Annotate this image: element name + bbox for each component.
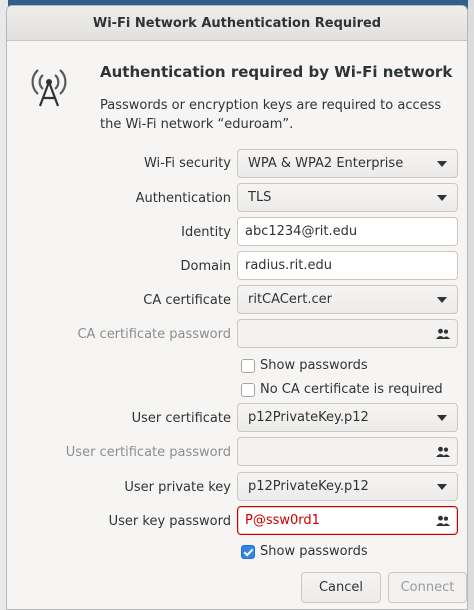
checkbox-box-checked[interactable] bbox=[241, 544, 255, 559]
user-cert-password-label: User certificate password bbox=[65, 445, 231, 460]
user-key-password-field[interactable]: P@ssw0rd1 bbox=[237, 506, 458, 535]
connect-button[interactable]: Connect bbox=[388, 572, 467, 603]
auth-dialog: Wi-Fi Network Authentication Required Au… bbox=[6, 5, 468, 610]
domain-value: radius.rit.edu bbox=[245, 258, 332, 273]
background-window-right bbox=[468, 0, 474, 610]
user-private-key-value: p12PrivateKey.p12 bbox=[248, 479, 369, 494]
show-passwords-label-2: Show passwords bbox=[260, 544, 368, 559]
users-icon[interactable] bbox=[436, 446, 450, 458]
chevron-down-icon bbox=[437, 484, 447, 490]
ca-cert-password-field[interactable] bbox=[237, 319, 458, 348]
user-private-key-dropdown[interactable]: p12PrivateKey.p12 bbox=[237, 472, 458, 501]
user-cert-password-field[interactable] bbox=[237, 437, 458, 466]
chevron-down-icon bbox=[437, 195, 447, 201]
wifi-security-dropdown[interactable]: WPA & WPA2 Enterprise bbox=[237, 149, 458, 178]
wifi-security-value: WPA & WPA2 Enterprise bbox=[248, 156, 404, 171]
dialog-description: Passwords or encryption keys are require… bbox=[100, 98, 442, 132]
authentication-label: Authentication bbox=[135, 191, 231, 206]
show-passwords-label-1: Show passwords bbox=[260, 358, 368, 373]
identity-field[interactable]: abc1234@rit.edu bbox=[237, 217, 458, 246]
user-certificate-dropdown[interactable]: p12PrivateKey.p12 bbox=[237, 403, 458, 432]
user-key-password-value: P@ssw0rd1 bbox=[245, 513, 320, 528]
user-key-password-label: User key password bbox=[108, 514, 231, 529]
dialog-titlebar[interactable]: Wi-Fi Network Authentication Required bbox=[7, 6, 467, 41]
checkbox-box[interactable] bbox=[241, 358, 255, 373]
chevron-down-icon bbox=[437, 415, 447, 421]
ca-certificate-value: ritCACert.cer bbox=[248, 292, 332, 307]
chevron-down-icon bbox=[437, 161, 447, 167]
wifi-security-label: Wi-Fi security bbox=[143, 156, 231, 171]
checkbox-box[interactable] bbox=[241, 382, 255, 397]
show-passwords-checkbox-1[interactable]: Show passwords bbox=[241, 358, 368, 373]
dialog-heading: Authentication required by Wi-Fi network bbox=[100, 63, 453, 81]
authentication-value: TLS bbox=[248, 190, 272, 205]
dialog-title: Wi-Fi Network Authentication Required bbox=[92, 15, 382, 31]
chevron-down-icon bbox=[437, 297, 447, 303]
ca-certificate-dropdown[interactable]: ritCACert.cer bbox=[237, 285, 458, 314]
user-certificate-label: User certificate bbox=[131, 411, 231, 426]
users-icon[interactable] bbox=[436, 328, 450, 340]
authentication-dropdown[interactable]: TLS bbox=[237, 183, 458, 212]
domain-label: Domain bbox=[180, 259, 231, 274]
show-passwords-checkbox-2[interactable]: Show passwords bbox=[241, 544, 368, 559]
no-ca-required-label: No CA certificate is required bbox=[260, 382, 443, 397]
ca-certificate-label: CA certificate bbox=[143, 293, 231, 308]
identity-label: Identity bbox=[181, 225, 231, 240]
cancel-button[interactable]: Cancel bbox=[301, 572, 381, 603]
user-private-key-label: User private key bbox=[124, 480, 231, 495]
user-certificate-value: p12PrivateKey.p12 bbox=[248, 410, 369, 425]
wifi-antenna-icon bbox=[31, 69, 67, 107]
ca-cert-password-label: CA certificate password bbox=[77, 327, 231, 342]
no-ca-required-checkbox[interactable]: No CA certificate is required bbox=[241, 382, 443, 397]
domain-field[interactable]: radius.rit.edu bbox=[237, 251, 458, 280]
users-icon[interactable] bbox=[436, 515, 450, 527]
identity-value: abc1234@rit.edu bbox=[245, 224, 358, 239]
